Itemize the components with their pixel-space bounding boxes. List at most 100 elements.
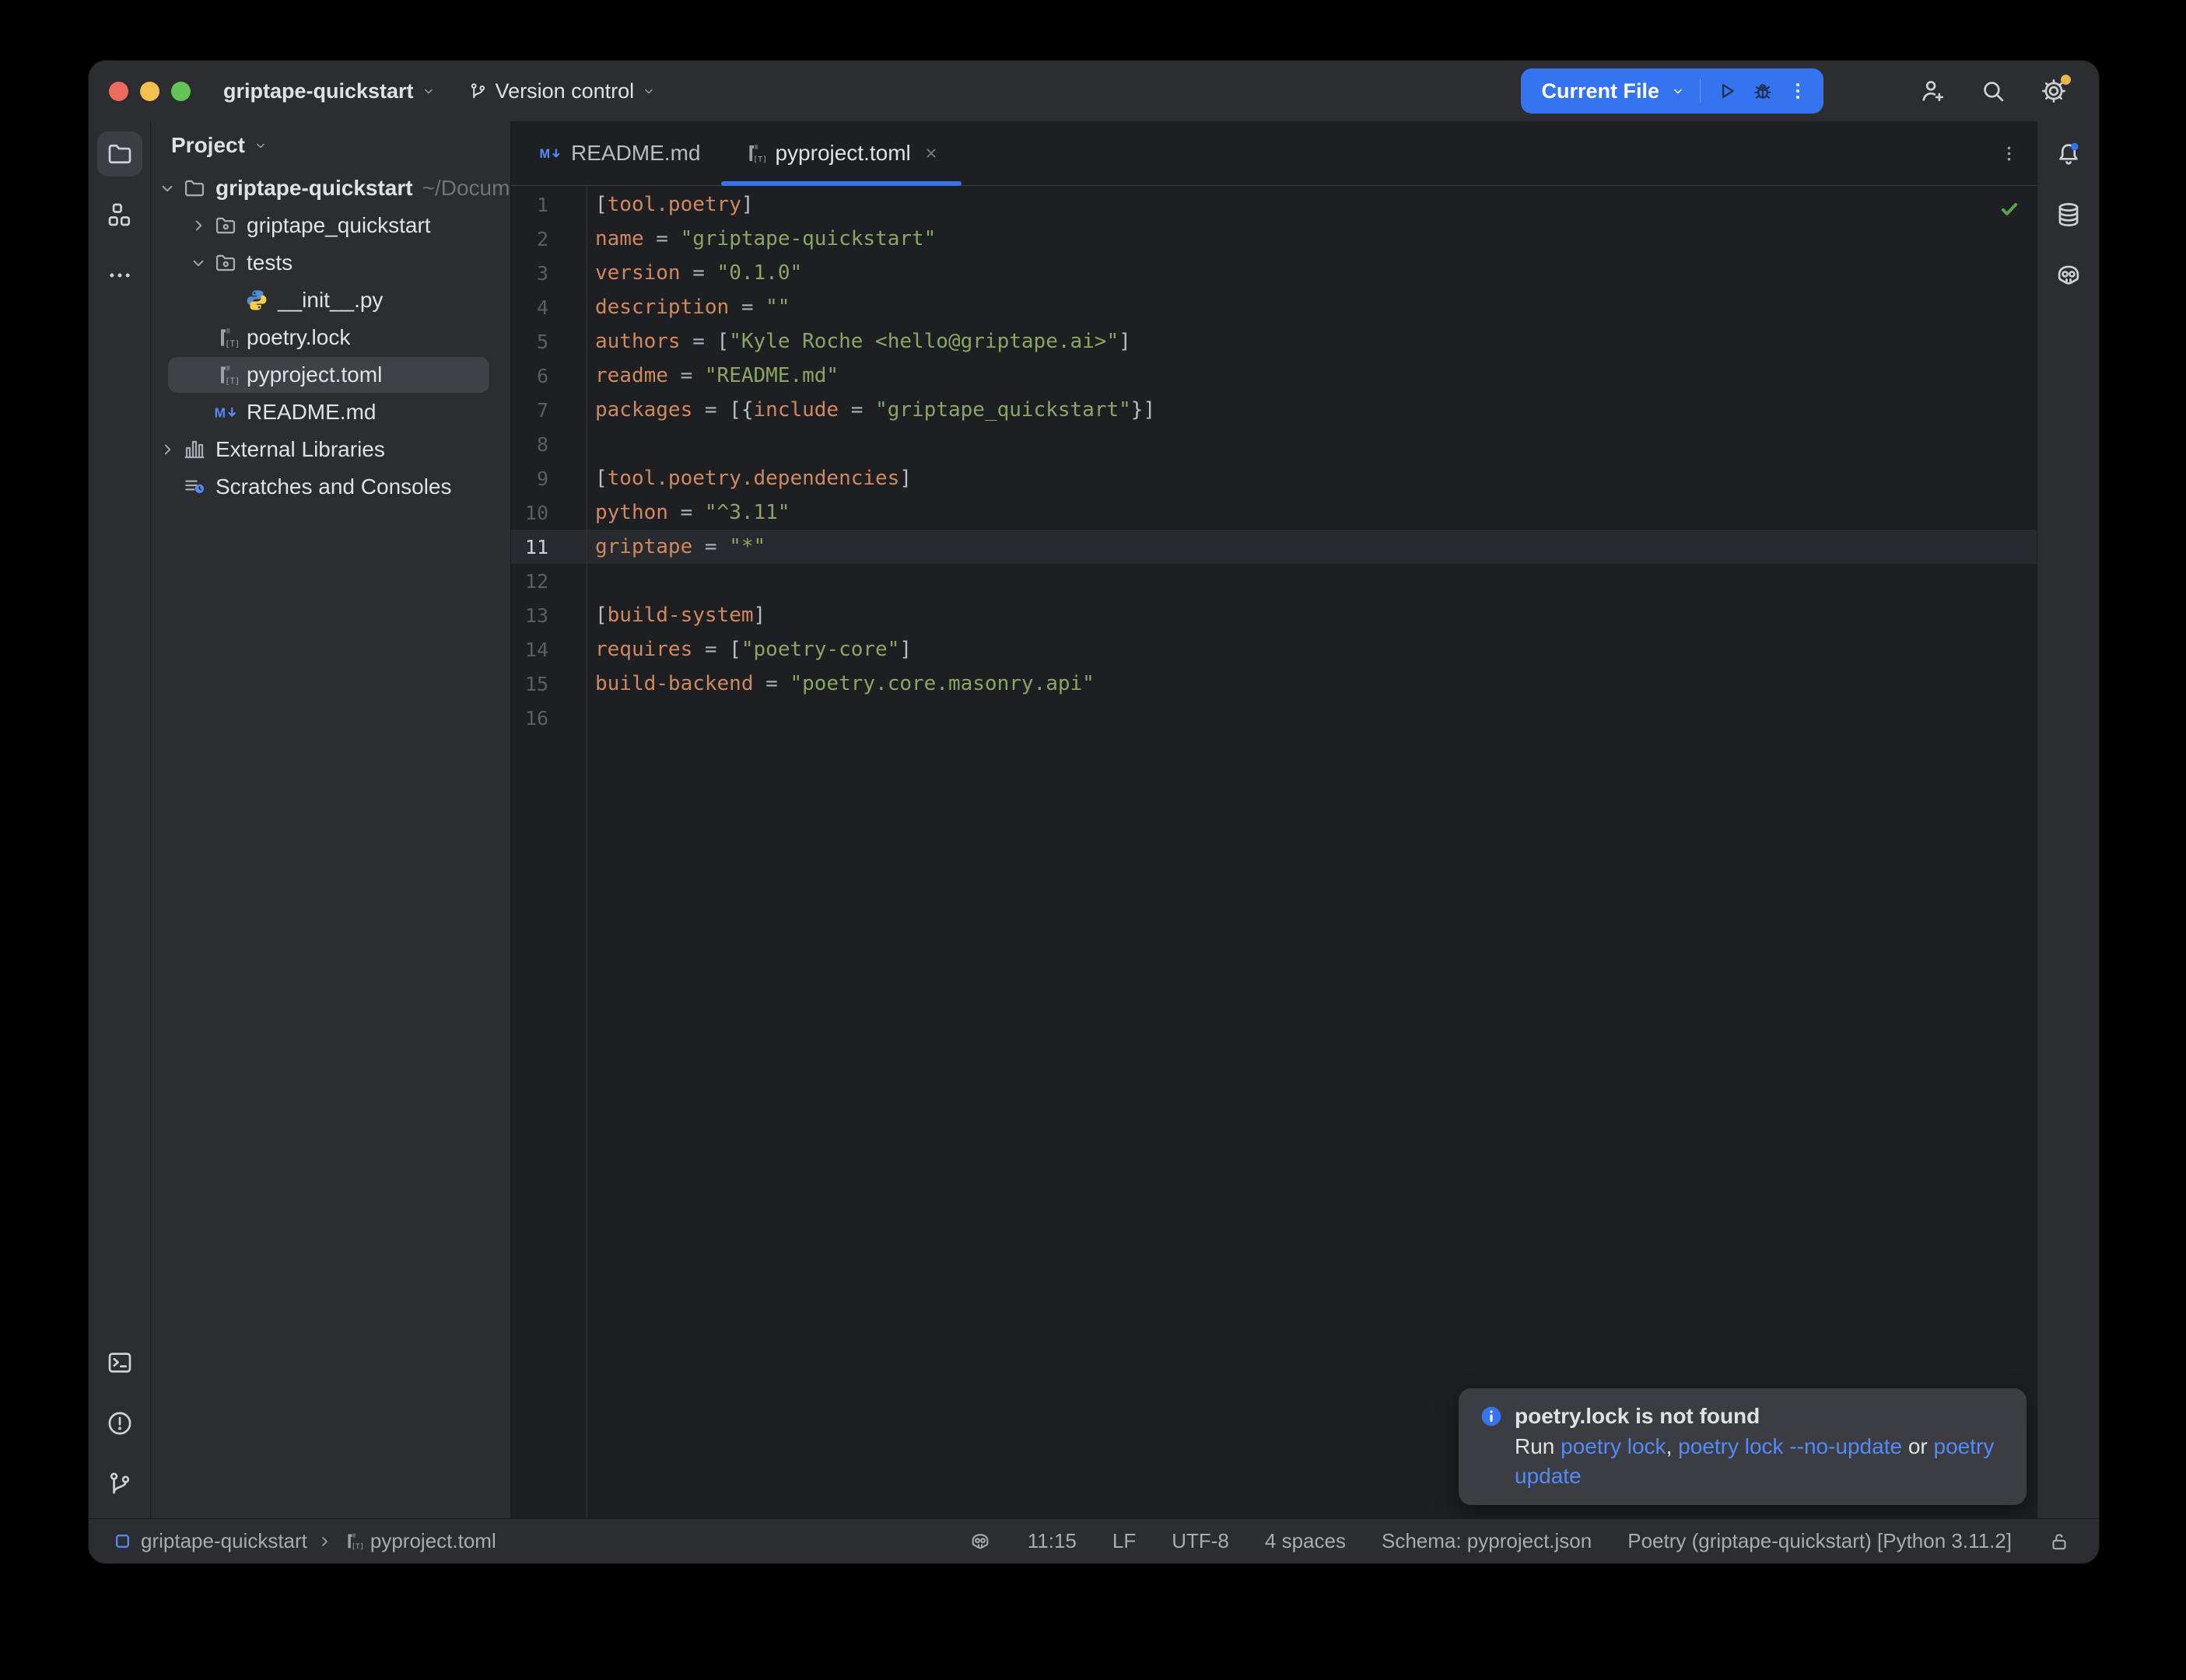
code-line-13[interactable]: 13 [build-system] bbox=[511, 598, 2037, 632]
close-button[interactable] bbox=[109, 82, 128, 101]
add-user-button[interactable] bbox=[1915, 74, 1950, 108]
line-number-10: 10 bbox=[511, 502, 587, 524]
line-number-7: 7 bbox=[511, 399, 587, 422]
interpreter[interactable]: Poetry (griptape-quickstart) [Python 3.1… bbox=[1627, 1529, 2012, 1553]
lock-open-icon bbox=[2048, 1530, 2071, 1553]
code-line-12[interactable]: 12 bbox=[511, 564, 2037, 598]
tree-item-poetry-lock[interactable]: [T] poetry.lock bbox=[151, 319, 510, 356]
close-tab-button[interactable] bbox=[922, 144, 941, 163]
schema[interactable]: Schema: pyproject.json bbox=[1382, 1529, 1592, 1553]
code-line-9[interactable]: 9 [tool.poetry.dependencies] bbox=[511, 461, 2037, 495]
editor-column: M README.md [T] pyproject.toml 1 [tool.p… bbox=[511, 121, 2037, 1518]
tree-item-readme-md[interactable]: M README.md bbox=[151, 394, 510, 431]
code-token: ] bbox=[1119, 330, 1131, 353]
project-tool-button[interactable] bbox=[97, 131, 142, 177]
code-token: [ bbox=[729, 638, 741, 661]
tree-item-scratches-and-consoles[interactable]: Scratches and Consoles bbox=[151, 468, 510, 506]
chevron-right-icon[interactable] bbox=[155, 439, 180, 460]
run-button[interactable] bbox=[1715, 79, 1739, 103]
breadcrumb-file[interactable]: [T] pyproject.toml bbox=[342, 1529, 496, 1553]
code-line-6[interactable]: 6 readme = "README.md" bbox=[511, 359, 2037, 393]
terminal-tool-button[interactable] bbox=[97, 1340, 142, 1385]
database-tool-button[interactable] bbox=[2046, 192, 2091, 237]
code-line-14[interactable]: 14 requires = ["poetry-core"] bbox=[511, 632, 2037, 667]
readonly-toggle[interactable] bbox=[2048, 1530, 2071, 1553]
minimize-button[interactable] bbox=[140, 82, 159, 101]
code-line-5[interactable]: 5 authors = ["Kyle Roche <hello@griptape… bbox=[511, 324, 2037, 359]
project-switcher[interactable]: griptape-quickstart bbox=[223, 79, 436, 103]
tab-readme-md[interactable]: M README.md bbox=[517, 121, 721, 185]
ai-assistant-button[interactable] bbox=[2046, 253, 2091, 298]
inspection-ok-check[interactable] bbox=[1998, 197, 2021, 226]
ai-icon bbox=[2054, 261, 2083, 290]
more-tool-windows-button[interactable] bbox=[97, 253, 142, 298]
code-line-1[interactable]: 1 [tool.poetry] bbox=[511, 187, 2037, 222]
more-h-icon bbox=[105, 261, 135, 290]
tree-item-tests[interactable]: tests bbox=[151, 244, 510, 282]
scratches-icon bbox=[180, 474, 209, 499]
tabs: M README.md [T] pyproject.toml bbox=[517, 121, 962, 185]
copilot-status[interactable] bbox=[969, 1530, 992, 1553]
project-panel-header[interactable]: Project bbox=[151, 121, 510, 170]
breadcrumb-project[interactable]: griptape-quickstart bbox=[112, 1529, 307, 1553]
code-line-7[interactable]: 7 packages = [{include = "griptape_quick… bbox=[511, 393, 2037, 427]
structure-tool-button[interactable] bbox=[97, 192, 142, 237]
code-line-11[interactable]: 11 griptape = "*" bbox=[511, 530, 2037, 564]
tree-item-griptape-quickstart[interactable]: griptape_quickstart bbox=[151, 207, 510, 244]
code-token: "README.md" bbox=[705, 364, 839, 387]
zoom-button[interactable] bbox=[171, 82, 191, 101]
debug-button[interactable] bbox=[1750, 79, 1775, 103]
caret-position[interactable]: 11:15 bbox=[1028, 1529, 1077, 1553]
line-number-11: 11 bbox=[511, 536, 587, 558]
tree-item-griptape-quickstart[interactable]: griptape-quickstart~/Docume bbox=[151, 170, 510, 207]
run-widget[interactable]: Current File bbox=[1521, 68, 1823, 114]
chevron-down-icon bbox=[1670, 83, 1686, 99]
more-run-options-button[interactable] bbox=[1786, 79, 1809, 103]
chevron-down-icon[interactable] bbox=[186, 253, 211, 273]
settings-button[interactable] bbox=[2037, 74, 2071, 108]
left-strip-bottom bbox=[97, 1340, 142, 1518]
desktop: { "titlebar": { "project": "griptape-qui… bbox=[0, 0, 2186, 1680]
code-token: = bbox=[692, 535, 729, 558]
notifications-button[interactable] bbox=[2046, 131, 2091, 177]
markdown-icon: M bbox=[211, 400, 240, 425]
editor[interactable]: 1 [tool.poetry] 2 name = "griptape-quick… bbox=[511, 186, 2037, 1518]
notification-link-poetry-lock-no-update[interactable]: poetry lock --no-update bbox=[1678, 1434, 1902, 1458]
chevron-down-icon[interactable] bbox=[155, 178, 180, 198]
code-token: description bbox=[595, 296, 729, 319]
info-icon bbox=[1479, 1404, 1504, 1429]
vcs-widget[interactable]: Version control bbox=[468, 79, 657, 103]
tree-item-pyproject-toml[interactable]: [T] pyproject.toml bbox=[151, 356, 510, 394]
tree-item-external-libraries[interactable]: External Libraries bbox=[151, 431, 510, 468]
file-encoding[interactable]: UTF-8 bbox=[1172, 1529, 1229, 1553]
code-line-10[interactable]: 10 python = "^3.11" bbox=[511, 495, 2037, 530]
tree-item-init-py[interactable]: __init__.py bbox=[151, 282, 510, 319]
indent-style[interactable]: 4 spaces bbox=[1265, 1529, 1346, 1553]
code-line-3[interactable]: 3 version = "0.1.0" bbox=[511, 256, 2037, 290]
notification-title: poetry.lock is not found bbox=[1515, 1404, 1760, 1429]
search-icon bbox=[1978, 76, 2008, 106]
tab-options-button[interactable] bbox=[1999, 121, 2037, 185]
code-line-15[interactable]: 15 build-backend = "poetry.core.masonry.… bbox=[511, 667, 2037, 701]
chevron-right-icon[interactable] bbox=[186, 215, 211, 236]
problems-tool-button[interactable] bbox=[97, 1401, 142, 1446]
line-ending[interactable]: LF bbox=[1112, 1529, 1136, 1553]
code-line-2[interactable]: 2 name = "griptape-quickstart" bbox=[511, 222, 2037, 256]
code-line-4[interactable]: 4 description = "" bbox=[511, 290, 2037, 324]
status-bar: griptape-quickstart [T] pyproject.toml 1… bbox=[89, 1518, 2099, 1563]
code-token: "Kyle Roche <hello@griptape.ai>" bbox=[729, 330, 1119, 353]
code-line-16[interactable]: 16 bbox=[511, 701, 2037, 735]
tab-pyproject-toml[interactable]: [T] pyproject.toml bbox=[721, 121, 961, 185]
toml-icon: [T] bbox=[342, 1531, 363, 1552]
version-control-tool-button[interactable] bbox=[97, 1461, 142, 1507]
notification-link-poetry-lock[interactable]: poetry lock bbox=[1561, 1434, 1666, 1458]
toml-icon: [T] bbox=[211, 325, 240, 350]
code-token: readme bbox=[595, 364, 668, 387]
svg-text:M: M bbox=[540, 147, 551, 161]
search-everywhere-button[interactable] bbox=[1976, 74, 2010, 108]
toml-icon: [T] bbox=[211, 362, 240, 387]
code-line-8[interactable]: 8 bbox=[511, 427, 2037, 461]
line-number-2: 2 bbox=[511, 228, 587, 250]
line-number-1: 1 bbox=[511, 194, 587, 216]
project-name: griptape-quickstart bbox=[223, 79, 414, 103]
